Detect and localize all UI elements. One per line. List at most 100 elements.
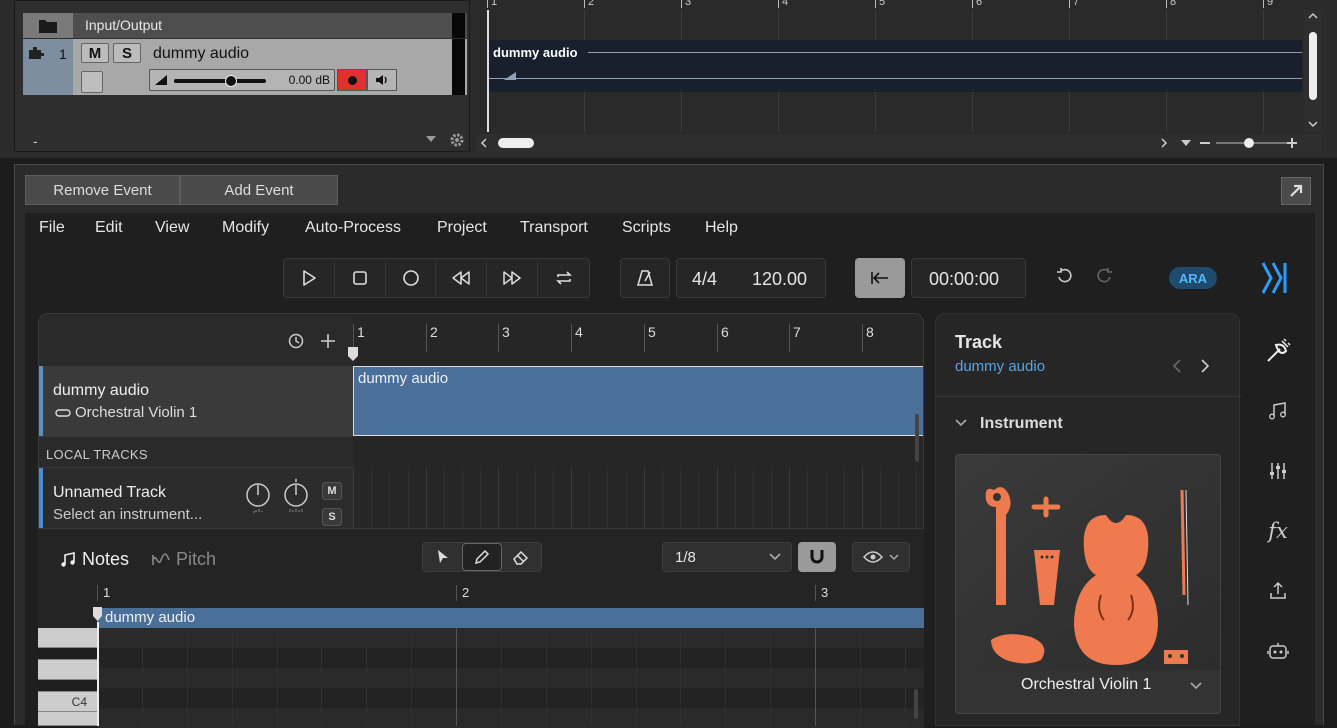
menu-file[interactable]: File <box>39 219 65 237</box>
host-audio-lane[interactable]: dummy audio <box>488 40 1302 92</box>
instrument-section-label[interactable]: Instrument <box>980 415 1063 433</box>
track-header-unnamed[interactable]: Unnamed Track Select an instrument... M … <box>39 468 353 528</box>
mixer-tool-button[interactable] <box>1253 451 1303 491</box>
time-display[interactable]: 00:00:00 <box>911 258 1026 298</box>
pitch-row[interactable] <box>97 668 924 688</box>
track-name[interactable]: dummy audio <box>153 45 249 63</box>
dropdown-arrow-icon[interactable] <box>425 135 437 143</box>
chevron-right-icon[interactable] <box>1200 358 1210 374</box>
instrument-tool-button[interactable] <box>1253 331 1303 371</box>
grid-line <box>480 468 481 528</box>
tab-pitch[interactable]: Pitch <box>152 549 216 570</box>
zoom-in-icon[interactable] <box>1286 137 1298 149</box>
chevron-down-icon[interactable] <box>1308 120 1318 128</box>
select-tool[interactable] <box>423 543 462 571</box>
export-tool-button[interactable] <box>1253 571 1303 611</box>
pitch-row[interactable] <box>97 688 924 708</box>
pitch-row[interactable] <box>97 648 924 668</box>
pitch-row[interactable] <box>97 628 924 648</box>
mute-button[interactable]: M <box>322 482 342 500</box>
piano-roll-clip[interactable]: dummy audio <box>97 608 924 628</box>
loop-button[interactable] <box>538 259 589 297</box>
add-track-icon[interactable] <box>319 332 337 350</box>
instrument-card[interactable]: Orchestral Violin 1 <box>955 454 1221 714</box>
io-folder-row[interactable]: Input/Output <box>23 13 467 38</box>
menu-view[interactable]: View <box>155 219 189 237</box>
snap-toggle[interactable] <box>798 542 836 572</box>
menu-edit[interactable]: Edit <box>95 219 123 237</box>
white-key[interactable] <box>38 712 97 726</box>
host-vertical-scrollbar[interactable] <box>1304 10 1322 132</box>
host-horizontal-scrollbar[interactable] <box>476 134 1322 152</box>
add-event-button[interactable]: Add Event <box>180 175 338 205</box>
arrangement-scrollbar[interactable] <box>915 414 919 462</box>
fade-handle-icon[interactable] <box>504 72 516 80</box>
audio-clip[interactable]: dummy audio <box>353 366 923 436</box>
menu-transport[interactable]: Transport <box>520 219 588 237</box>
return-to-start-button[interactable] <box>855 258 905 298</box>
white-key[interactable]: C4 <box>38 692 97 712</box>
visibility-dropdown[interactable] <box>852 542 910 572</box>
volume-knob-icon[interactable] <box>245 482 271 516</box>
expand-window-button[interactable] <box>1281 177 1311 205</box>
host-track-row[interactable]: 1 M S dummy audio 0.00 dB <box>23 39 467 95</box>
tab-notes[interactable]: Notes <box>60 549 129 570</box>
chevron-left-icon[interactable] <box>1172 358 1182 374</box>
draw-tool[interactable] <box>462 543 502 571</box>
chevron-down-icon[interactable] <box>955 418 967 428</box>
play-button[interactable] <box>284 259 335 297</box>
remove-event-button[interactable]: Remove Event <box>25 175 180 205</box>
chevron-left-icon[interactable] <box>480 138 488 148</box>
chevron-down-icon[interactable] <box>1190 682 1202 690</box>
pitch-row[interactable] <box>97 708 924 728</box>
gear-icon[interactable] <box>449 132 465 148</box>
fx-tool-button[interactable]: fx <box>1253 511 1303 551</box>
playhead-marker[interactable] <box>92 606 103 622</box>
black-key[interactable] <box>38 680 97 692</box>
assistant-tool-button[interactable] <box>1253 631 1303 671</box>
chevron-up-icon[interactable] <box>1308 12 1318 20</box>
quantize-select[interactable]: 1/8 <box>662 542 792 572</box>
stop-button[interactable] <box>335 259 386 297</box>
solo-button[interactable]: S <box>113 43 141 63</box>
undo-icon[interactable] <box>1056 267 1074 285</box>
white-key[interactable] <box>38 660 97 680</box>
rewind-button[interactable] <box>436 259 488 297</box>
solo-button[interactable]: S <box>322 508 342 526</box>
black-key[interactable] <box>38 648 97 660</box>
redo-icon[interactable] <box>1095 267 1113 285</box>
menu-auto-process[interactable]: Auto-Process <box>305 219 401 237</box>
select-instrument-label[interactable]: Select an instrument... <box>53 506 202 523</box>
track-checkbox[interactable] <box>81 71 103 93</box>
fast-forward-button[interactable] <box>487 259 539 297</box>
mute-button[interactable]: M <box>81 43 109 63</box>
menu-project[interactable]: Project <box>437 219 487 237</box>
metronome-button[interactable] <box>621 259 669 297</box>
playhead-marker[interactable] <box>347 346 359 362</box>
erase-tool[interactable] <box>502 543 541 571</box>
menu-scripts[interactable]: Scripts <box>622 219 671 237</box>
tempo-bpm[interactable]: 120.00 <box>752 269 807 290</box>
chevron-right-icon[interactable] <box>1160 138 1168 148</box>
track-header-dummy-audio[interactable]: dummy audio Orchestral Violin 1 <box>39 366 353 436</box>
notes-tool-button[interactable] <box>1253 391 1303 431</box>
volume-slider[interactable]: 0.00 dB <box>149 69 335 91</box>
pan-knob-icon[interactable] <box>283 478 309 516</box>
piano-roll-scrollbar[interactable] <box>914 689 918 719</box>
record-button[interactable] <box>386 259 437 297</box>
white-key[interactable] <box>38 628 97 648</box>
music-note-icon <box>1269 402 1286 420</box>
history-icon[interactable] <box>287 332 305 350</box>
dropdown-arrow-icon[interactable] <box>1180 138 1192 148</box>
zoom-out-icon[interactable] <box>1200 142 1210 144</box>
record-arm-button[interactable] <box>337 69 367 91</box>
time-signature[interactable]: 4/4 <box>692 269 717 290</box>
zoom-slider[interactable] <box>1216 142 1296 144</box>
menu-modify[interactable]: Modify <box>222 219 269 237</box>
volume-knob[interactable] <box>225 75 238 87</box>
host-playhead[interactable] <box>487 10 489 132</box>
monitor-button[interactable] <box>367 69 397 91</box>
tempo-display[interactable]: 4/4 120.00 <box>676 258 826 298</box>
pitch-wave-icon <box>152 552 170 565</box>
menu-help[interactable]: Help <box>705 219 738 237</box>
